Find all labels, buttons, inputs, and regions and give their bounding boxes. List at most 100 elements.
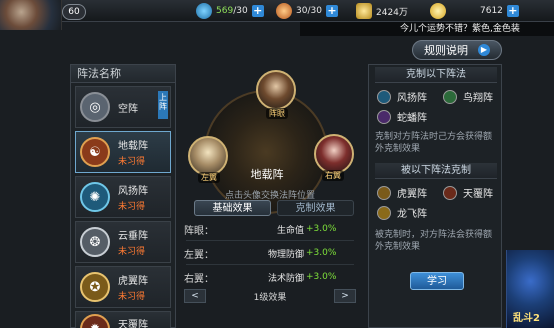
divider — [186, 240, 354, 241]
prev-level-button[interactable]: < — [184, 289, 206, 303]
sky-formation-icon — [443, 185, 457, 200]
stamina-max: /30 — [233, 6, 248, 16]
energy-value: 30/30 — [296, 6, 322, 16]
effect-bonus: +3.0% — [306, 248, 337, 258]
formation-item-empty[interactable]: ◎ 空阵 上阵 — [75, 86, 171, 128]
right-wing-portrait[interactable] — [314, 134, 354, 174]
left-wing-tag: 左翼 — [198, 172, 220, 183]
learn-button[interactable]: 学习 — [410, 272, 464, 290]
countered-name: 天覆阵 — [463, 189, 493, 200]
countered-description: 被克制时，对方阵法会获得额外克制效果 — [375, 230, 493, 252]
tab-basic-effect[interactable]: 基础效果 — [194, 200, 271, 216]
effect-label: 右翼： — [184, 273, 214, 285]
earth-formation-icon: ☯ — [80, 137, 110, 167]
gold-resource: 7612 + — [430, 3, 519, 19]
sky-formation-icon: ✹ — [80, 314, 110, 328]
effect-stat: 生命值 — [276, 225, 304, 236]
energy-icon — [276, 3, 292, 19]
formation-status: 未习得 — [118, 202, 146, 212]
divider — [186, 264, 354, 265]
formation-status: 未习得 — [118, 157, 146, 167]
effect-label: 阵眼： — [184, 225, 214, 237]
effect-row-eye: 阵眼： 生命值 +3.0% — [184, 220, 358, 238]
snake-formation-icon — [377, 109, 391, 124]
formation-detail-panel: 阵眼 左翼 右翼 地载阵 点击头像交换法阵位置 基础效果 克制效果 阵眼： 生命… — [180, 64, 360, 328]
top-resource-bar: 60 569 /30 + 30/30 + 2424万 7612 + — [0, 0, 554, 30]
countered-name: 龙飞阵 — [397, 209, 427, 220]
add-energy-button[interactable]: + — [325, 5, 338, 17]
game-logo: 乱斗2 — [506, 250, 554, 328]
wind-formation-icon: ✺ — [80, 182, 110, 212]
formation-list-title: 阵法名称 — [71, 65, 175, 83]
counters-title: 克制以下阵法 — [375, 67, 497, 83]
effect-stat: 法术防御 — [267, 273, 304, 284]
add-stamina-button[interactable]: + — [251, 5, 264, 17]
formation-name: 风扬阵 — [118, 186, 148, 197]
player-avatar[interactable] — [0, 0, 62, 30]
empty-formation-icon: ◎ — [80, 92, 110, 122]
stamina-icon — [196, 3, 212, 19]
bird-formation-icon — [443, 89, 457, 104]
counter-name: 风扬阵 — [397, 93, 427, 104]
eye-position-portrait[interactable] — [256, 70, 296, 110]
formation-item-tiger[interactable]: ✪ 虎翼阵 未习得 — [75, 266, 171, 308]
rules-button[interactable]: 规则说明 ▶ — [412, 40, 502, 60]
game-logo-text: 乱斗2 — [513, 313, 540, 324]
counter-item: 鸟翔阵 — [443, 89, 493, 104]
countered-name: 虎翼阵 — [397, 189, 427, 200]
effect-bonus: +3.0% — [306, 272, 337, 282]
gold-icon — [430, 3, 446, 19]
tab-restrain-effect[interactable]: 克制效果 — [277, 200, 354, 216]
effect-tabs: 基础效果 克制效果 — [194, 200, 354, 216]
tiger-formation-icon — [377, 185, 391, 200]
formation-item-sky[interactable]: ✹ 天覆阵 — [75, 311, 171, 328]
counter-name: 鸟翔阵 — [463, 93, 493, 104]
formation-item-earth[interactable]: ☯ 地载阵 未习得 — [75, 131, 171, 173]
coin-value: 2424万 — [376, 7, 408, 18]
rules-button-label: 规则说明 — [424, 44, 468, 57]
coin-resource: 2424万 — [356, 3, 408, 19]
effect-level-text: 1级效果 — [253, 292, 287, 303]
effect-bonus: +3.0% — [306, 224, 337, 234]
next-level-button[interactable]: > — [334, 289, 356, 303]
coin-icon — [356, 3, 372, 19]
countered-item: 虎翼阵 — [377, 185, 427, 200]
formation-status: 未习得 — [118, 247, 146, 257]
formation-item-cloud[interactable]: ❂ 云垂阵 未习得 — [75, 221, 171, 263]
effect-row-left: 左翼： 物理防御 +3.0% — [184, 244, 358, 262]
formation-item-wind[interactable]: ✺ 风扬阵 未习得 — [75, 176, 171, 218]
counter-item: 蛇蟠阵 — [377, 109, 427, 124]
countered-item: 天覆阵 — [443, 185, 493, 200]
counters-description: 克制对方阵法时己方会获得额外克制效果 — [375, 132, 493, 154]
effect-level-selector: < 1级效果 > — [184, 288, 356, 304]
counter-name: 蛇蟠阵 — [397, 113, 427, 124]
left-wing-portrait[interactable] — [188, 136, 228, 176]
player-level-badge: 60 — [62, 4, 86, 20]
cloud-formation-icon: ❂ — [80, 227, 110, 257]
formation-list-panel: 阵法名称 ◎ 空阵 上阵 ☯ 地载阵 未习得 ✺ 风扬阵 未习得 ❂ 云垂阵 未… — [70, 64, 176, 328]
gold-value: 7612 — [480, 6, 503, 16]
right-wing-tag: 右翼 — [322, 170, 344, 181]
formation-name: 空阵 — [118, 103, 138, 115]
formation-name: 地载阵 — [118, 141, 148, 152]
counter-item: 风扬阵 — [377, 89, 427, 104]
effect-stat: 物理防御 — [267, 249, 304, 260]
dragon-formation-icon — [377, 205, 391, 220]
stamina-resource: 569 /30 + — [196, 3, 264, 19]
effect-label: 左翼： — [184, 249, 214, 261]
stamina-value: 569 — [216, 6, 234, 16]
formation-name: 虎翼阵 — [118, 276, 148, 287]
energy-resource: 30/30 + — [276, 3, 338, 19]
countered-item: 龙飞阵 — [377, 205, 427, 220]
tiger-formation-icon: ✪ — [80, 272, 110, 302]
in-use-badge: 上阵 — [158, 91, 168, 119]
effect-row-right: 右翼： 法术防御 +3.0% — [184, 268, 358, 286]
formation-title: 地载阵 — [250, 168, 284, 181]
wind-formation-icon — [377, 89, 391, 104]
chevron-right-icon: ▶ — [478, 44, 490, 56]
countered-title: 被以下阵法克制 — [375, 163, 497, 179]
formation-name: 天覆阵 — [118, 320, 148, 328]
eye-position-tag: 阵眼 — [266, 108, 288, 119]
formation-name: 云垂阵 — [118, 231, 148, 242]
add-gold-button[interactable]: + — [506, 5, 519, 17]
